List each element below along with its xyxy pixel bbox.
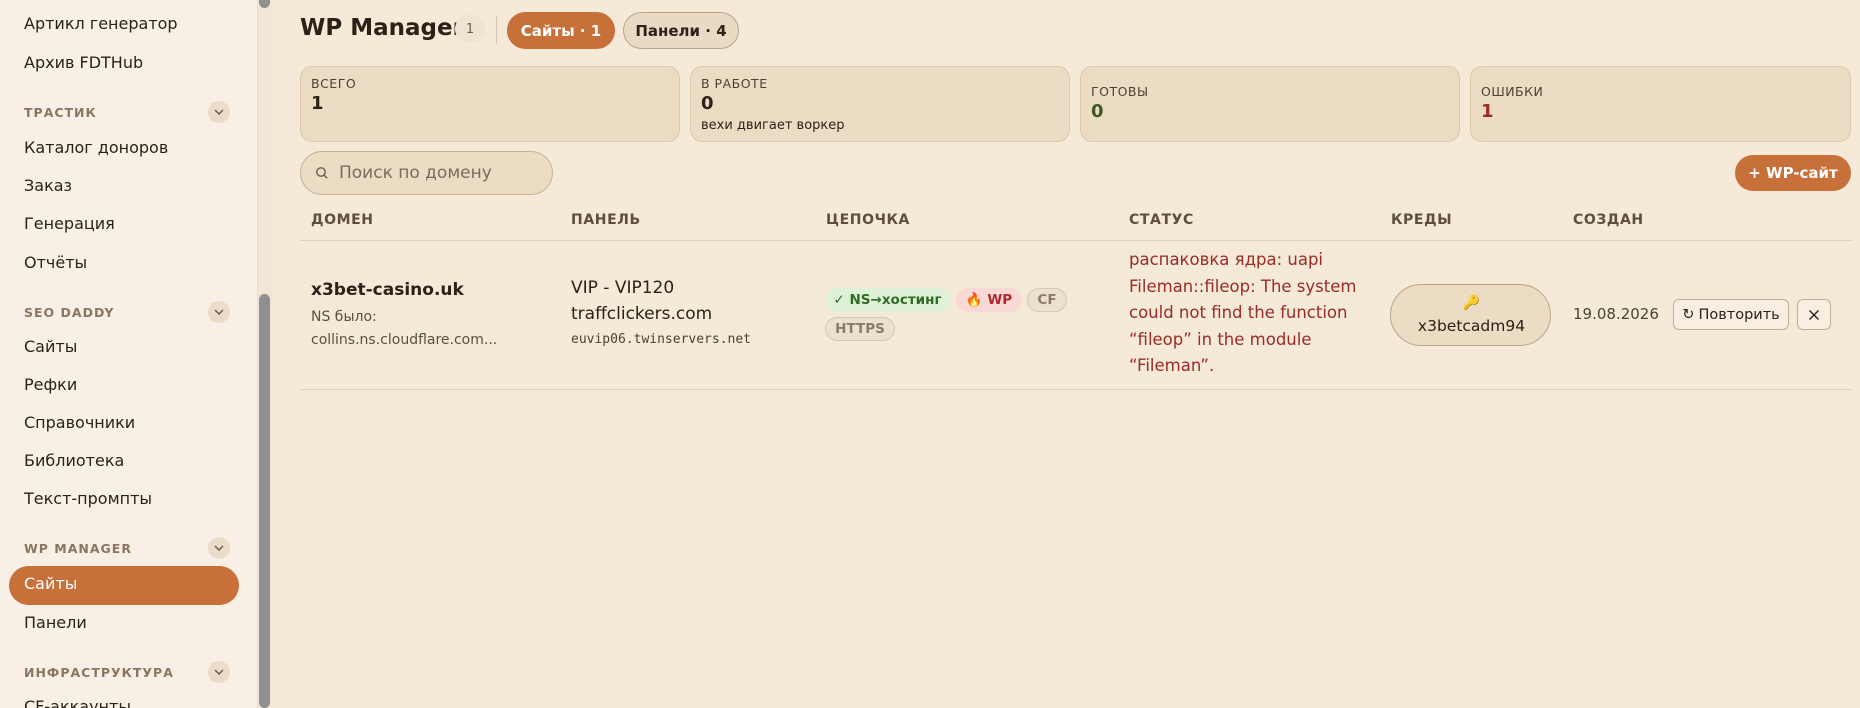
retry-icon: ↻: [1682, 306, 1695, 323]
sidebar-item-cf-accounts[interactable]: CF-аккаунты: [24, 697, 131, 708]
sidebar-item-wp-panels[interactable]: Панели: [24, 613, 87, 632]
stat-card-total: ВСЕГО 1: [300, 66, 680, 142]
stat-label: ОШИБКИ: [1481, 84, 1544, 99]
row-created-date: 19.08.2026: [1573, 305, 1659, 323]
search-box[interactable]: [300, 151, 553, 195]
tab-sites[interactable]: Сайты · 1: [507, 12, 615, 49]
retry-button[interactable]: ↻ Повторить: [1673, 299, 1789, 330]
chain-ns-hosting-badge: ✓ NS→хостинг: [825, 288, 950, 312]
chevron-down-icon[interactable]: [208, 537, 230, 559]
key-icon: 🔑: [1462, 295, 1481, 311]
sidebar: Артикл генератор Архив FDTHub ТРАСТИК Ка…: [0, 0, 258, 708]
sidebar-item-text-prompts[interactable]: Текст-промпты: [24, 489, 152, 508]
ns-value: collins.ns.cloudflare.com...: [311, 332, 498, 348]
section-label: ТРАСТИК: [24, 104, 97, 120]
row-panel-host: traffclickers.com: [571, 304, 713, 324]
chain-https-badge: HTTPS: [825, 317, 895, 341]
section-label: ИНФРАСТРУКТУРА: [24, 664, 174, 680]
page-title: WP Manager: [300, 15, 464, 41]
table-row-divider: [300, 389, 1851, 390]
column-header-created[interactable]: СОЗДАН: [1573, 212, 1644, 228]
creds-button[interactable]: 🔑 x3betcadm94: [1390, 284, 1551, 346]
search-input[interactable]: [339, 163, 539, 183]
sidebar-item-wp-sites-label: Сайты: [24, 574, 78, 593]
stat-value: 1: [1481, 101, 1494, 122]
sidebar-item-generation[interactable]: Генерация: [24, 214, 115, 233]
stat-label: ГОТОВЫ: [1091, 84, 1149, 99]
sidebar-item-donor-catalog[interactable]: Каталог доноров: [24, 138, 168, 157]
stat-value: 0: [701, 93, 714, 114]
stat-card-in-progress: В РАБОТЕ 0 вехи двигает воркер: [690, 66, 1070, 142]
search-icon: [315, 166, 329, 180]
retry-label: Повторить: [1698, 306, 1780, 323]
stat-card-errors: ОШИБКИ 1: [1470, 66, 1851, 142]
column-header-creds[interactable]: КРЕДЫ: [1391, 212, 1452, 228]
row-domain[interactable]: x3bet-casino.uk: [311, 280, 464, 300]
sidebar-item-references[interactable]: Справочники: [24, 413, 135, 432]
row-ns-info: NS было: collins.ns.cloudflare.com...: [311, 306, 501, 352]
header-divider: [496, 16, 497, 44]
delete-button[interactable]: [1797, 299, 1831, 330]
sidebar-item-seo-sites[interactable]: Сайты: [24, 337, 77, 356]
column-header-domain[interactable]: ДОМЕН: [311, 212, 374, 228]
chain-wp-badge: 🔥 WP: [956, 288, 1022, 312]
chevron-down-icon[interactable]: [208, 661, 230, 683]
stat-value: 1: [311, 93, 324, 114]
row-panel-name: VIP - VIP120: [571, 278, 675, 298]
stat-value: 0: [1091, 101, 1104, 122]
section-label: SEO DADDY: [24, 304, 115, 320]
sidebar-item-refki[interactable]: Рефки: [24, 375, 77, 394]
sidebar-section-infrastructure[interactable]: ИНФРАСТРУКТУРА: [24, 660, 230, 684]
ns-label: NS было:: [311, 309, 377, 325]
row-panel-server: euvip06.twinservers.net: [571, 332, 752, 347]
table-header-divider: [300, 240, 1851, 241]
close-icon: [1809, 309, 1819, 320]
chevron-down-icon[interactable]: [208, 101, 230, 123]
column-header-status[interactable]: СТАТУС: [1129, 212, 1194, 228]
chevron-down-icon[interactable]: [208, 301, 230, 323]
tab-panels[interactable]: Панели · 4: [623, 12, 739, 49]
sidebar-item-reports[interactable]: Отчёты: [24, 253, 87, 272]
sidebar-item-article-generator[interactable]: Артикл генератор: [24, 14, 178, 33]
creds-username: x3betcadm94: [1417, 317, 1526, 335]
sidebar-item-order[interactable]: Заказ: [24, 176, 72, 195]
sidebar-item-fdthub-archive[interactable]: Архив FDTHub: [24, 53, 143, 72]
stat-subtext: вехи двигает воркер: [701, 118, 845, 133]
chain-cf-badge: CF: [1027, 288, 1067, 312]
sidebar-section-wp-manager[interactable]: WP MANAGER: [24, 536, 230, 560]
stat-label: ВСЕГО: [311, 76, 357, 91]
column-header-chain[interactable]: ЦЕПОЧКА: [826, 212, 910, 228]
add-wp-site-button[interactable]: + WP-сайт: [1735, 155, 1851, 191]
row-status-error: распаковка ядра: uapi Fileman::fileop: T…: [1129, 250, 1357, 375]
stat-label: В РАБОТЕ: [701, 76, 768, 91]
sidebar-section-trastik[interactable]: ТРАСТИК: [24, 100, 230, 124]
sites-count-badge: 1: [455, 15, 485, 43]
sidebar-item-library[interactable]: Библиотека: [24, 451, 124, 470]
column-header-panel[interactable]: ПАНЕЛЬ: [571, 212, 641, 228]
sidebar-scrollbar-thumb[interactable]: [259, 294, 270, 708]
sidebar-section-seo-daddy[interactable]: SEO DADDY: [24, 300, 230, 324]
stat-card-ready: ГОТОВЫ 0: [1080, 66, 1460, 142]
section-label: WP MANAGER: [24, 540, 132, 556]
